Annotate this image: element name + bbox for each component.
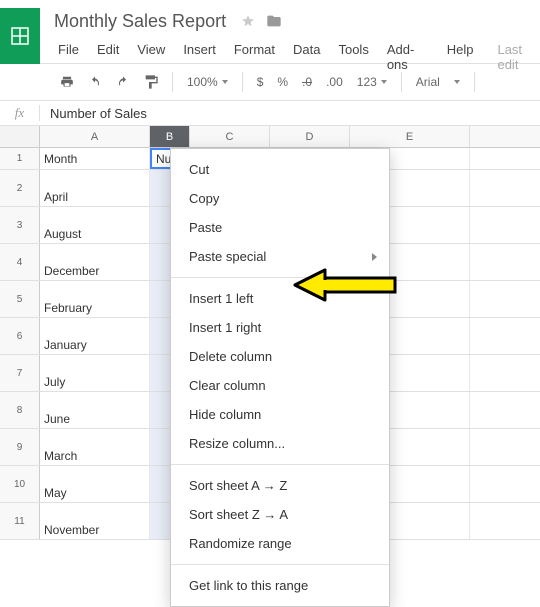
cell[interactable]: June	[40, 392, 150, 428]
currency-format-button[interactable]: $	[253, 75, 268, 89]
column-header-c[interactable]: C	[190, 126, 270, 147]
row-header[interactable]: 2	[0, 170, 40, 206]
cell[interactable]: April	[40, 170, 150, 206]
column-header-d[interactable]: D	[270, 126, 350, 147]
row-header[interactable]: 7	[0, 355, 40, 391]
column-header-b[interactable]: B	[150, 126, 190, 147]
menu-data[interactable]: Data	[285, 38, 328, 76]
row-header[interactable]: 8	[0, 392, 40, 428]
cell[interactable]: July	[40, 355, 150, 391]
ctx-paste[interactable]: Paste	[171, 213, 389, 242]
toolbar-separator	[474, 72, 475, 92]
menu-addons[interactable]: Add-ons	[379, 38, 437, 76]
ctx-get-link[interactable]: Get link to this range	[171, 571, 389, 600]
ctx-clear-column[interactable]: Clear column	[171, 371, 389, 400]
toolbar-separator	[172, 72, 173, 92]
font-dropdown[interactable]: Arial	[412, 73, 465, 91]
app-header: Monthly Sales Report File Edit View Inse…	[0, 0, 540, 64]
column-headers: A B C D E	[0, 126, 540, 148]
star-icon[interactable]	[240, 13, 256, 29]
toolbar-separator	[242, 72, 243, 92]
row-header[interactable]: 10	[0, 466, 40, 502]
row-header[interactable]: 3	[0, 207, 40, 243]
toolbar-separator	[401, 72, 402, 92]
sheets-logo[interactable]	[0, 8, 40, 64]
last-edit-text[interactable]: Last edit	[483, 38, 540, 76]
paint-format-icon[interactable]	[140, 71, 162, 93]
ctx-sort-az[interactable]: Sort sheet A → Z	[171, 471, 389, 500]
column-header-e[interactable]: E	[350, 126, 470, 147]
menu-tools[interactable]: Tools	[330, 38, 376, 76]
cell[interactable]: May	[40, 466, 150, 502]
decrease-decimal-button[interactable]: .0	[298, 75, 316, 89]
doc-title[interactable]: Monthly Sales Report	[50, 11, 230, 32]
column-header-a[interactable]: A	[40, 126, 150, 147]
cell[interactable]: February	[40, 281, 150, 317]
ctx-copy[interactable]: Copy	[171, 184, 389, 213]
context-menu: Cut Copy Paste Paste special Insert 1 le…	[170, 148, 390, 607]
fx-label: fx	[0, 105, 40, 121]
cell[interactable]: January	[40, 318, 150, 354]
ctx-hide-column[interactable]: Hide column	[171, 400, 389, 429]
menu-separator	[171, 277, 389, 278]
number-format-dropdown[interactable]: 123	[353, 73, 391, 91]
chevron-down-icon	[381, 80, 387, 84]
row-header[interactable]: 5	[0, 281, 40, 317]
cell[interactable]: December	[40, 244, 150, 280]
zoom-dropdown[interactable]: 100%	[183, 73, 232, 91]
row-header[interactable]: 1	[0, 148, 40, 169]
undo-icon[interactable]	[84, 71, 106, 93]
percent-format-button[interactable]: %	[273, 75, 292, 89]
ctx-randomize[interactable]: Randomize range	[171, 529, 389, 558]
ctx-insert-left[interactable]: Insert 1 left	[171, 284, 389, 313]
menu-insert[interactable]: Insert	[175, 38, 224, 76]
row-header[interactable]: 11	[0, 503, 40, 539]
ctx-resize-column[interactable]: Resize column...	[171, 429, 389, 458]
cell[interactable]: March	[40, 429, 150, 465]
menu-format[interactable]: Format	[226, 38, 283, 76]
menu-separator	[171, 564, 389, 565]
ctx-sort-za[interactable]: Sort sheet Z → A	[171, 500, 389, 529]
formula-bar: fx Number of Sales	[0, 100, 540, 126]
menu-separator	[171, 464, 389, 465]
increase-decimal-button[interactable]: .00	[322, 75, 347, 89]
chevron-down-icon	[454, 80, 460, 84]
print-icon[interactable]	[56, 71, 78, 93]
chevron-right-icon	[372, 253, 377, 261]
row-header[interactable]: 6	[0, 318, 40, 354]
formula-input[interactable]: Number of Sales	[40, 106, 147, 121]
row-header[interactable]: 9	[0, 429, 40, 465]
chevron-down-icon	[222, 80, 228, 84]
select-all-corner[interactable]	[0, 126, 40, 147]
menu-help[interactable]: Help	[439, 38, 482, 76]
redo-icon[interactable]	[112, 71, 134, 93]
ctx-insert-right[interactable]: Insert 1 right	[171, 313, 389, 342]
folder-icon[interactable]	[266, 13, 282, 29]
row-header[interactable]: 4	[0, 244, 40, 280]
ctx-cut[interactable]: Cut	[171, 155, 389, 184]
cell[interactable]: November	[40, 503, 150, 539]
cell[interactable]: August	[40, 207, 150, 243]
ctx-delete-column[interactable]: Delete column	[171, 342, 389, 371]
ctx-paste-special[interactable]: Paste special	[171, 242, 389, 271]
cell[interactable]: Month	[40, 148, 150, 169]
